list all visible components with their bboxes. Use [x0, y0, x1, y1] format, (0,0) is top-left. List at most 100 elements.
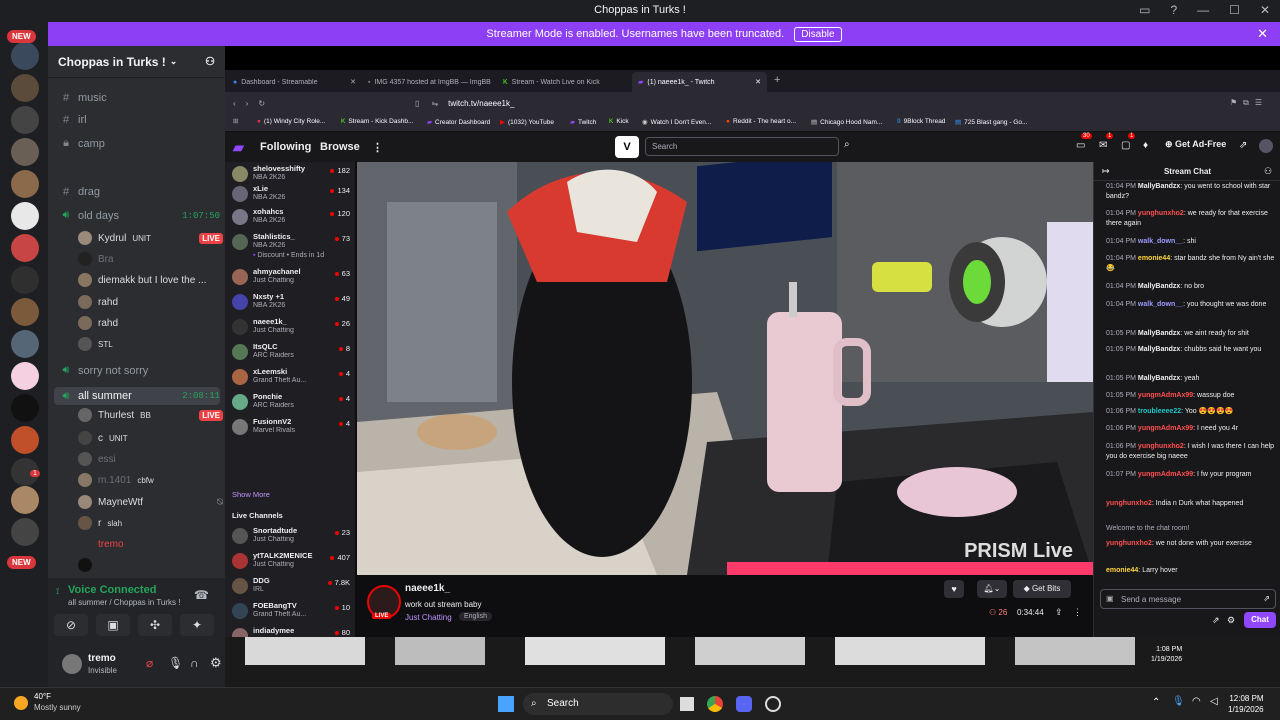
microphone-icon[interactable]: 🎙︎	[168, 656, 183, 670]
get-bits-button[interactable]: ◆ Get Bits	[1013, 580, 1071, 598]
followed-channel[interactable]: ItsQLC ARC Raiders 8	[230, 340, 350, 362]
twitch-logo-icon[interactable]: ▰	[233, 139, 244, 156]
bookmark[interactable]: ▤ Chicago Hood Nam...	[811, 118, 882, 127]
followed-channel[interactable]: xohahcs NBA 2K26 120	[230, 205, 350, 227]
bookmark[interactable]: K Kick	[609, 118, 629, 125]
voice-channel-old-days[interactable]: 🔊︎ old days 1:07:50	[60, 209, 220, 222]
video-player[interactable]: PRISM Live	[357, 162, 1093, 575]
activities-button[interactable]: ✣	[138, 614, 172, 636]
voice-user[interactable]: rahd	[78, 295, 223, 309]
avatar[interactable]	[62, 654, 82, 674]
nav-browse[interactable]: Browse	[320, 141, 360, 153]
avatar[interactable]	[1259, 139, 1273, 153]
channel-name[interactable]: naeee1k_	[405, 583, 450, 594]
headphones-icon[interactable]: ∩	[190, 656, 199, 670]
voice-user[interactable]: diemakk but I love the ...	[78, 273, 223, 287]
chat-username[interactable]: yungmAdmAx99	[1138, 425, 1193, 432]
chat-username[interactable]: yunghunxho2	[1106, 540, 1152, 547]
search-icon[interactable]: ⌕	[844, 139, 850, 150]
voice-user[interactable]: STL	[78, 337, 223, 351]
show-more-link[interactable]: Show More	[232, 490, 270, 499]
volume-icon[interactable]: ◁	[1210, 696, 1218, 707]
weather-icon[interactable]	[14, 696, 28, 710]
back-icon[interactable]: ‹	[233, 99, 236, 108]
inbox-icon[interactable]: ▭	[1139, 3, 1150, 17]
share-icon[interactable]: ⇪	[1055, 607, 1063, 618]
soundboard-button[interactable]: ✦	[180, 614, 214, 636]
screen-share-button[interactable]: ▣	[96, 614, 130, 636]
followed-channel[interactable]: xLeemski Grand Theft Au... 4	[230, 365, 350, 387]
followed-channel[interactable]: shelovesshifty NBA 2K26 182	[230, 162, 350, 184]
voice-user[interactable]: rahd	[78, 316, 223, 330]
bookmark[interactable]: ▰ Creator Dashboard	[427, 118, 490, 127]
maximize-icon[interactable]: ☐	[1229, 3, 1240, 17]
voice-user[interactable]: Thurlest BB LIVE	[78, 408, 223, 422]
server-icon[interactable]	[11, 170, 39, 198]
chat-username[interactable]: yungmAdmAx99	[1138, 471, 1193, 478]
bookmark[interactable]: ▰ Twitch	[570, 118, 596, 127]
notification-bell-button[interactable]: 🔔︎⌄	[977, 580, 1007, 598]
chat-username[interactable]: yungmAdmAx99	[1138, 392, 1193, 399]
server-icon[interactable]	[11, 202, 39, 230]
followed-channel[interactable]: naeee1k_ Just Chatting 26	[230, 315, 350, 337]
chat-username[interactable]: yunghunxho2	[1106, 500, 1152, 507]
get-ad-free-button[interactable]: ⊕ Get Ad-Free	[1165, 139, 1226, 150]
followed-channel[interactable]: ahmyachanel Just Chatting 63	[230, 265, 350, 287]
followed-channel[interactable]: Ponchie ARC Raiders 4	[230, 390, 350, 412]
nav-following[interactable]: Following	[260, 141, 311, 153]
extension-icon[interactable]: ⇗	[1239, 140, 1247, 151]
inbox-icon[interactable]: ▭	[1076, 140, 1085, 151]
users-icon[interactable]: ⚇	[1264, 166, 1272, 177]
voice-location[interactable]: all summer / Choppas in Turks !	[68, 598, 198, 607]
voice-user[interactable]: Bra	[78, 252, 223, 266]
chat-username[interactable]: walk_down__	[1138, 301, 1183, 308]
tune-icon[interactable]: ⇋	[431, 99, 438, 108]
emote-icon[interactable]: ▣	[1106, 594, 1114, 603]
app-icon[interactable]	[765, 696, 781, 712]
wifi-icon[interactable]: ◠	[1192, 696, 1201, 707]
followed-channel[interactable]: Nxsty +1 NBA 2K26 49	[230, 290, 350, 312]
whispers-icon[interactable]: ✉	[1099, 140, 1107, 151]
more-icon[interactable]: ⋮	[372, 141, 383, 154]
tab-twitch[interactable]: ▰ (1) naeee1k_ - Twitch ✕	[632, 72, 767, 92]
settings-gear-icon[interactable]: ⚙	[1227, 615, 1235, 626]
bookmark[interactable]: ● (1) Windy City Role...	[257, 118, 325, 125]
settings-gear-icon[interactable]: ⚙	[210, 655, 222, 671]
server-icon[interactable]	[11, 298, 39, 326]
crown-icon[interactable]: ♦	[1143, 140, 1148, 151]
server-icon[interactable]	[11, 518, 39, 546]
windows-start-icon[interactable]	[498, 696, 514, 712]
voice-user[interactable]: essi	[78, 452, 223, 466]
system-clock[interactable]: 12:08 PM 1/19/2026	[1228, 693, 1264, 715]
chat-username[interactable]: yunghunxho2	[1138, 443, 1184, 450]
chat-username[interactable]: MallyBandzx	[1138, 375, 1180, 382]
server-icon[interactable]	[11, 138, 39, 166]
search-input[interactable]: Search	[645, 137, 839, 156]
forward-icon[interactable]: ›	[246, 99, 249, 108]
channel-irl[interactable]: # irl	[60, 114, 220, 126]
chat-username[interactable]: MallyBandzx	[1138, 283, 1180, 290]
server-header[interactable]: Choppas in Turks ! ⌄ ⚇	[48, 46, 225, 78]
server-icon[interactable]	[11, 234, 39, 262]
disconnect-icon[interactable]: ☎	[194, 588, 209, 602]
extension-icon[interactable]: V	[615, 136, 639, 158]
follow-heart-button[interactable]: ♥	[944, 580, 964, 598]
followed-channel[interactable]: Stahlistics_ NBA 2K26 73	[230, 230, 350, 252]
chat-username[interactable]: MallyBandzx	[1138, 330, 1180, 337]
tab-imgbb[interactable]: ▪ IMG 4357 hosted at ImgBB — ImgBB	[362, 72, 497, 92]
server-icon[interactable]	[11, 74, 39, 102]
camera-off-button[interactable]: ⊘	[54, 614, 88, 636]
extension-icon[interactable]: ⇗	[1212, 615, 1220, 626]
close-icon[interactable]: ✕	[1257, 26, 1268, 42]
followed-channel[interactable]: FusionnV2 Marvel Rivals 4	[230, 415, 350, 437]
taskbar-search[interactable]: ⌕ Search	[523, 693, 673, 715]
more-icon[interactable]: ⋮	[1073, 607, 1082, 618]
server-icon[interactable]	[11, 330, 39, 358]
new-tab-icon[interactable]: +	[774, 74, 780, 86]
bookmark[interactable]: ▶ (1032) YouTube	[500, 118, 554, 127]
extensions-icon[interactable]: ⚑⧉☰	[1230, 98, 1268, 108]
live-channel[interactable]: Snortadtude Just Chatting 23	[230, 524, 350, 546]
chat-username[interactable]: emonie44	[1106, 567, 1138, 574]
voice-user[interactable]	[78, 558, 223, 572]
bookmark[interactable]: 9 9Block Thread	[897, 118, 945, 125]
